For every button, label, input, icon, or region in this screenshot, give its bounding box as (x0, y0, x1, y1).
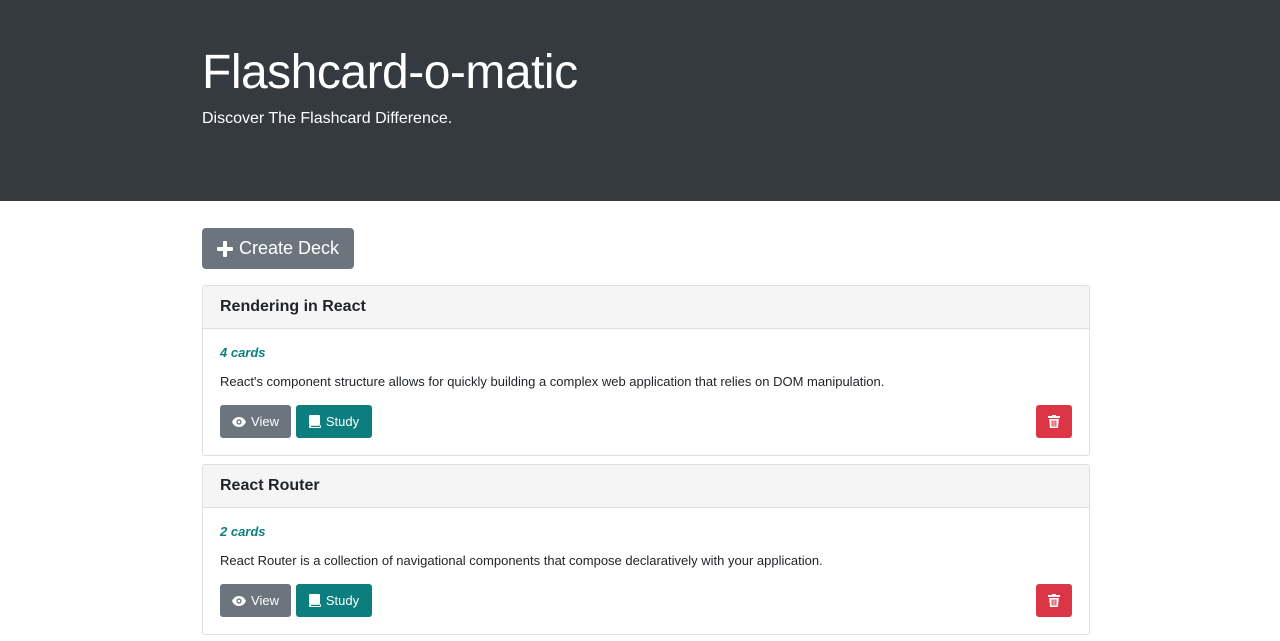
view-deck-button[interactable]: View (220, 584, 291, 617)
view-deck-button[interactable]: View (220, 405, 291, 438)
book-icon (308, 415, 321, 428)
page-header: Flashcard-o-matic Discover The Flashcard… (0, 0, 1280, 201)
deck-description: React Router is a collection of navigati… (220, 553, 823, 568)
deck-card-count: 4 cards (220, 345, 266, 360)
deck-card-count: 2 cards (220, 524, 266, 539)
deck-card: Rendering in React 4 cards React's compo… (202, 285, 1090, 456)
create-deck-label: Create Deck (238, 238, 340, 258)
plus-icon (216, 240, 233, 257)
create-deck-button[interactable]: Create Deck (202, 228, 354, 269)
eye-icon (232, 595, 247, 606)
study-deck-button[interactable]: Study (296, 405, 372, 438)
trash-icon (1048, 415, 1060, 428)
study-label: Study (325, 414, 360, 429)
delete-deck-button[interactable] (1036, 405, 1072, 438)
deck-description: React's component structure allows for q… (220, 374, 885, 389)
deck-card: React Router 2 cards React Router is a c… (202, 464, 1090, 635)
deck-name: React Router (203, 465, 1089, 508)
eye-icon (232, 416, 247, 427)
study-label: Study (325, 593, 360, 608)
delete-deck-button[interactable] (1036, 584, 1072, 617)
study-deck-button[interactable]: Study (296, 584, 372, 617)
view-label: View (251, 593, 279, 608)
page-subtitle: Discover The Flashcard Difference. (202, 110, 453, 127)
page-title: Flashcard-o-matic (202, 46, 578, 99)
book-icon (308, 594, 321, 607)
trash-icon (1048, 594, 1060, 607)
view-label: View (251, 414, 279, 429)
deck-name: Rendering in React (203, 286, 1089, 329)
